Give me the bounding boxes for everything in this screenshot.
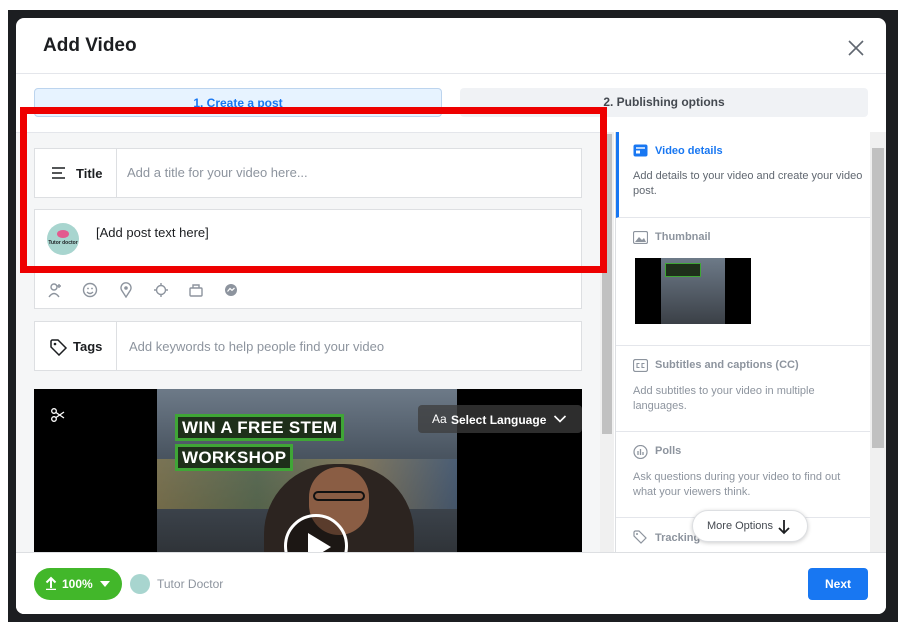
dialog-footer: 100% Tutor Doctor Next — [16, 552, 886, 614]
thumbnail-banner — [665, 263, 701, 277]
tag-people-icon[interactable] — [47, 282, 63, 298]
video-banner-line2: WORKSHOP — [175, 444, 294, 471]
tags-input[interactable]: Add keywords to help people find your vi… — [129, 339, 384, 354]
dialog-header: Add Video — [16, 18, 886, 74]
tag-icon — [633, 530, 647, 544]
page-name: Tutor Doctor — [157, 577, 224, 591]
upload-progress-label: 100% — [62, 577, 93, 591]
feeling-icon[interactable] — [82, 282, 98, 298]
sidebar-item-label: Polls — [655, 445, 682, 457]
highlight-annotation-box — [20, 107, 607, 273]
sidebar-item-description: Add subtitles to your video in multiple … — [633, 385, 815, 412]
chevron-down-icon — [553, 415, 567, 423]
next-button[interactable]: Next — [808, 568, 868, 600]
sidebar-item-label: Thumbnail — [655, 231, 711, 243]
tags-label-box: Tags — [35, 322, 117, 370]
location-icon[interactable] — [118, 282, 134, 298]
tags-field[interactable]: Tags Add keywords to help people find yo… — [34, 321, 582, 371]
closed-captions-icon — [633, 359, 648, 372]
play-icon — [308, 533, 331, 552]
more-options-label: More Options — [707, 520, 774, 532]
image-icon — [633, 231, 648, 244]
close-button[interactable] — [844, 36, 868, 60]
language-icon: Aa — [432, 412, 447, 426]
upload-icon — [45, 576, 57, 590]
options-sidebar: Video details Add details to your video … — [615, 132, 885, 552]
caret-down-icon — [100, 581, 110, 587]
upload-progress-button[interactable]: 100% — [34, 568, 122, 600]
sidebar-item-subtitles[interactable]: Subtitles and captions (CC) Add subtitle… — [616, 346, 872, 432]
sidebar-item-video-details[interactable]: Video details Add details to your video … — [616, 132, 872, 218]
select-language-button[interactable]: Aa Select Language — [418, 405, 582, 433]
arrow-down-icon — [778, 520, 790, 535]
more-options-button[interactable]: More Options — [692, 510, 808, 542]
sidebar-item-label: Video details — [655, 145, 723, 157]
dialog-title: Add Video — [43, 35, 137, 56]
scissors-icon[interactable] — [50, 407, 66, 423]
close-icon — [848, 40, 864, 56]
poll-icon — [633, 445, 648, 459]
sponsor-icon[interactable] — [188, 282, 204, 298]
checkin-icon[interactable] — [153, 282, 169, 298]
right-scrollbar-thumb[interactable] — [872, 148, 884, 448]
sidebar-item-polls[interactable]: Polls Ask questions during your video to… — [616, 432, 872, 518]
video-banner-line1: WIN A FREE STEM — [175, 414, 345, 441]
thumbnail-image[interactable] — [635, 258, 751, 324]
select-language-label: Select Language — [451, 413, 547, 427]
sidebar-item-label: Subtitles and captions (CC) — [655, 359, 799, 371]
video-person-glasses — [313, 491, 365, 501]
video-details-icon — [633, 144, 648, 157]
tag-icon — [50, 339, 68, 356]
video-preview[interactable]: WIN A FREE STEM WORKSHOP Aa Select Langu… — [34, 389, 582, 552]
tags-label: Tags — [73, 339, 103, 354]
sidebar-item-description: Ask questions during your video to find … — [633, 471, 841, 498]
messenger-icon[interactable] — [223, 282, 239, 298]
sidebar-item-description: Add details to your video and create you… — [633, 170, 863, 197]
page-avatar — [130, 574, 150, 594]
